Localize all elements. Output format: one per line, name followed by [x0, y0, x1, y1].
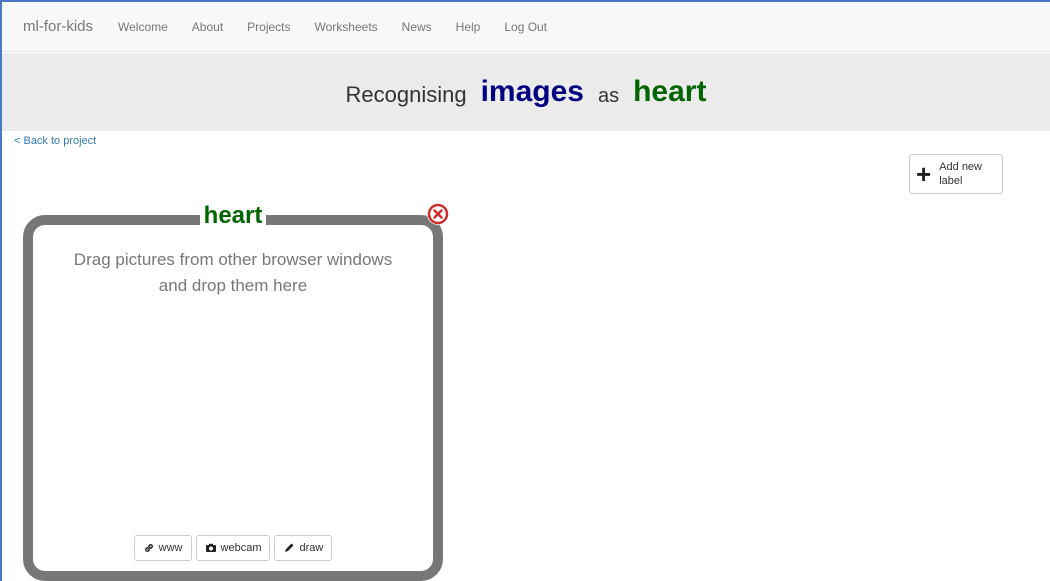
card-title: heart — [199, 201, 267, 231]
draw-label: draw — [299, 542, 324, 554]
back-to-project-link[interactable]: < Back to project — [14, 135, 96, 147]
link-icon — [144, 544, 153, 552]
add-new-label-button[interactable]: + Add new label — [909, 154, 1003, 194]
top-navbar: ml-for-kids Welcome About Projects Works… — [2, 2, 1050, 52]
pencil-icon — [285, 543, 294, 552]
nav-projects[interactable]: Projects — [247, 20, 290, 34]
drop-hint-line1: Drag pictures from other browser windows — [73, 250, 393, 269]
add-label-text: Add new label — [939, 160, 982, 188]
camera-icon — [205, 543, 216, 552]
nav-welcome[interactable]: Welcome — [118, 20, 168, 34]
webcam-button[interactable]: webcam — [195, 535, 271, 561]
add-label-line1: Add new — [939, 161, 982, 173]
label-bucket-card: heart Drag pictures from other browser w… — [23, 201, 449, 581]
card-button-row: www webcam draw — [33, 535, 433, 561]
nav-news[interactable]: News — [402, 20, 432, 34]
page-banner: Recognising images as heart — [2, 53, 1050, 131]
drop-hint: Drag pictures from other browser windows… — [33, 247, 433, 299]
drop-hint-line2: and drop them here — [158, 276, 308, 295]
brand-link[interactable]: ml-for-kids — [23, 18, 93, 35]
nav-help[interactable]: Help — [456, 20, 481, 34]
banner-label: heart — [633, 75, 707, 108]
banner-joiner: as — [597, 84, 620, 107]
draw-button[interactable]: draw — [274, 535, 333, 561]
nav-worksheets[interactable]: Worksheets — [315, 20, 378, 34]
www-button[interactable]: www — [133, 535, 192, 561]
nav-about[interactable]: About — [192, 20, 223, 34]
banner-prefix: Recognising — [345, 82, 467, 107]
nav-logout[interactable]: Log Out — [504, 20, 547, 34]
delete-label-icon[interactable] — [427, 203, 449, 225]
www-label: www — [158, 542, 183, 554]
plus-icon: + — [916, 159, 932, 189]
add-label-line2: label — [939, 175, 963, 187]
banner-project-type: images — [480, 75, 584, 108]
webcam-label: webcam — [220, 542, 262, 554]
card-title-wrap: heart — [33, 201, 433, 231]
